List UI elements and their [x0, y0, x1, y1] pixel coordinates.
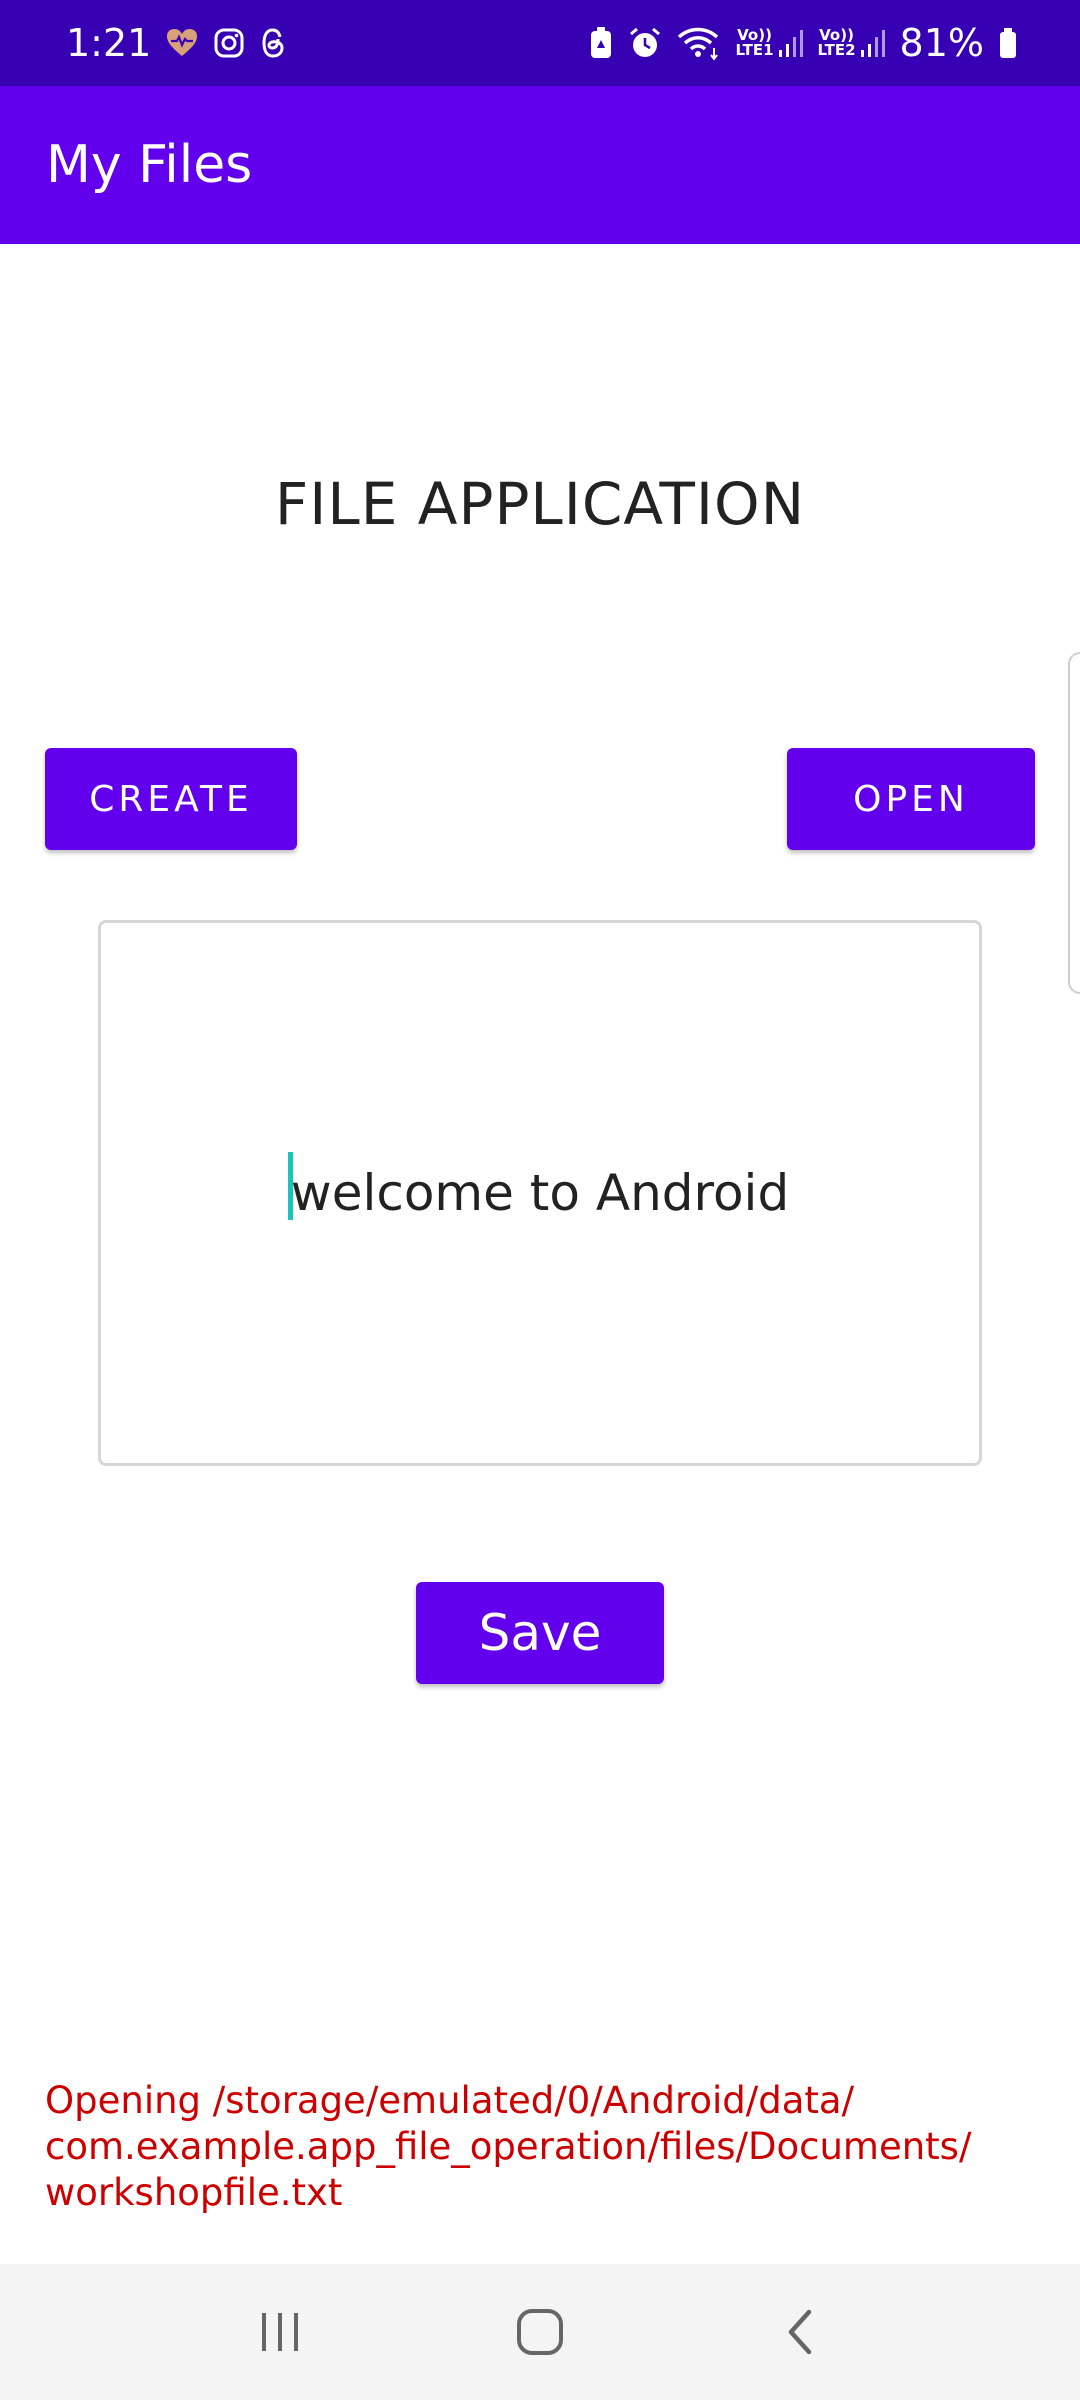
instagram-icon — [213, 27, 245, 59]
battery-saver-icon — [588, 26, 614, 60]
status-message: Opening /storage/emulated/0/Android/data… — [45, 2079, 972, 2214]
open-button[interactable]: OPEN — [787, 748, 1035, 850]
navigation-bar — [0, 2264, 1080, 2400]
text-cursor — [287, 1152, 293, 1220]
save-button[interactable]: Save — [416, 1582, 664, 1684]
recent-apps-icon[interactable] — [230, 2282, 330, 2382]
file-content-input[interactable]: welcome to Android — [98, 920, 982, 1466]
volte-lte1-signal-icon: Vo)) LTE1 — [736, 28, 804, 58]
edge-panel-handle[interactable] — [1068, 652, 1080, 994]
app-title: My Files — [46, 135, 253, 195]
home-icon[interactable] — [490, 2282, 590, 2382]
battery-icon — [998, 26, 1018, 60]
battery-percent: 81% — [899, 21, 984, 65]
volte-lte2-signal-icon: Vo)) LTE2 — [818, 28, 886, 58]
create-button[interactable]: CREATE — [45, 748, 297, 850]
back-icon[interactable] — [750, 2282, 850, 2382]
status-time: 1:21 — [66, 21, 152, 65]
app-bar: My Files — [0, 86, 1080, 244]
wifi-icon — [676, 26, 722, 60]
threads-icon — [259, 27, 287, 59]
health-heart-icon — [165, 27, 199, 59]
page-heading: FILE APPLICATION — [274, 470, 806, 538]
file-content-text: welcome to Android — [287, 1152, 789, 1222]
alarm-icon — [628, 26, 662, 60]
status-bar: 1:21 Vo)) LTE1 Vo)) LTE2 81% — [0, 0, 1080, 86]
